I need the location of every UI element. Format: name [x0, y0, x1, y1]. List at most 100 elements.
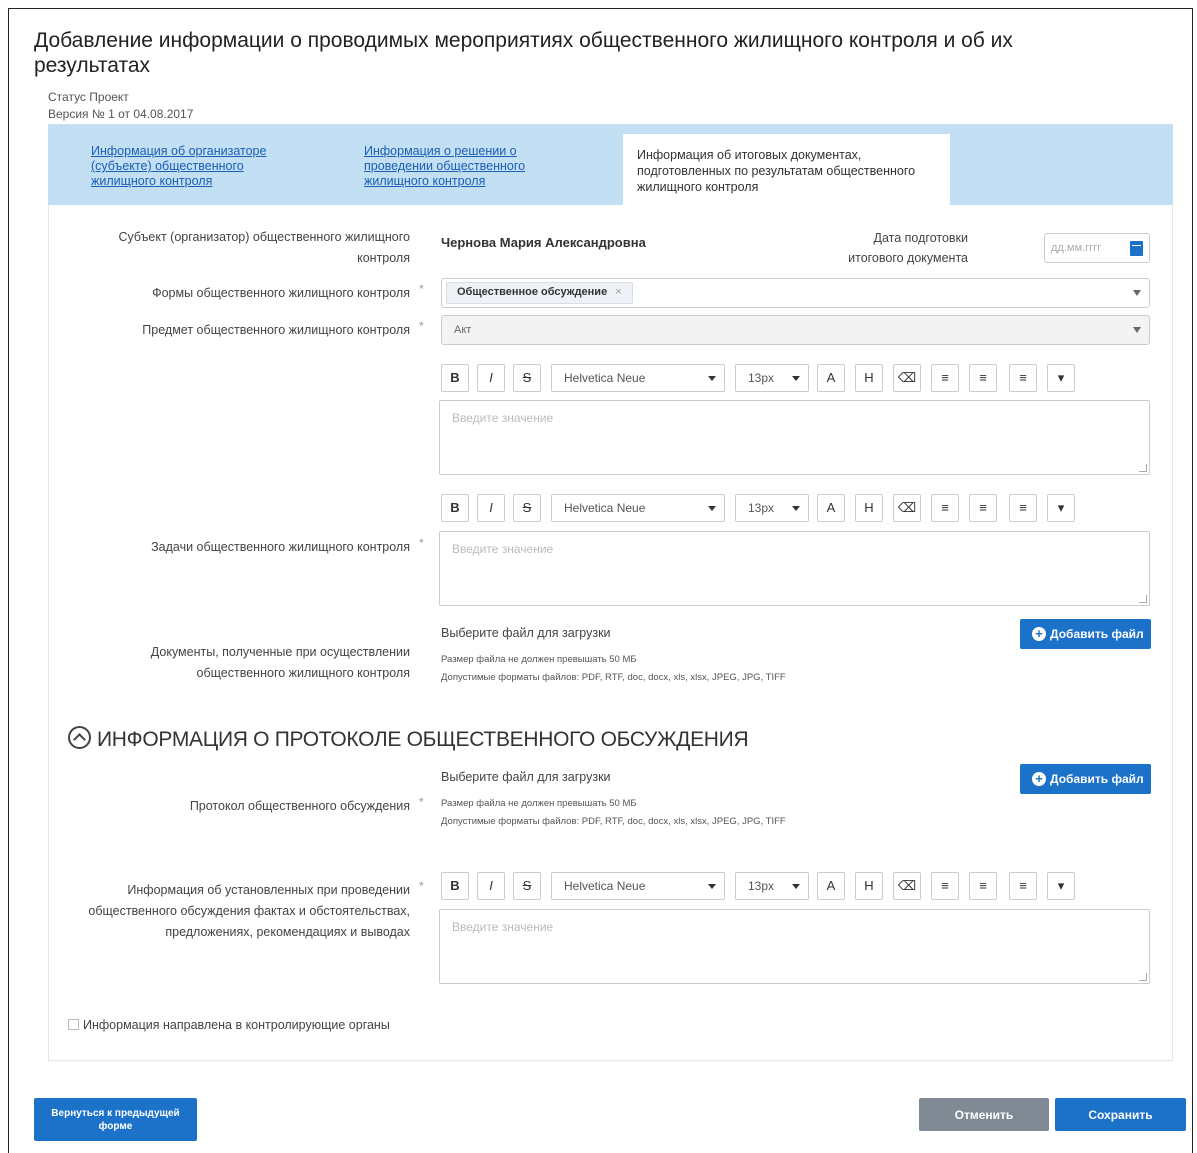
more-button[interactable]: ▾: [1047, 494, 1075, 522]
strikethrough-button[interactable]: S: [513, 494, 541, 522]
size-select[interactable]: 13px: [735, 872, 809, 900]
font-select[interactable]: Helvetica Neue: [551, 494, 725, 522]
facts-label: Информация об установленных при проведен…: [88, 883, 410, 939]
required-mark: *: [419, 319, 424, 333]
align-button[interactable]: ≡: [1009, 872, 1037, 900]
back-button[interactable]: Вернуться к предыдущей форме: [34, 1098, 197, 1141]
required-mark: *: [419, 795, 424, 809]
subject-control-select[interactable]: Акт: [441, 315, 1150, 345]
editor-toolbar: B I S Helvetica Neue 13px A H ⌫ ≡ ≡ ≡ ▾: [441, 494, 1081, 522]
bold-button[interactable]: B: [441, 364, 469, 392]
date-placeholder: дд.мм.гггг: [1051, 242, 1102, 254]
editor-placeholder: Введите значение: [452, 411, 554, 425]
subject-control-editor[interactable]: Введите значение: [439, 400, 1150, 475]
upload-size-note: Размер файла не должен превышать 50 МБ: [441, 798, 637, 809]
tab-bar: Информация об организаторе (субъекте) об…: [48, 124, 1173, 205]
eraser-icon[interactable]: ⌫: [893, 494, 921, 522]
protocol-label: Протокол общественного обсуждения: [189, 799, 410, 813]
highlight-button[interactable]: H: [855, 872, 883, 900]
required-mark: *: [419, 536, 424, 550]
plus-icon: +: [1032, 772, 1046, 786]
tab-final-documents[interactable]: Информация об итоговых документах, подго…: [623, 134, 950, 205]
text-color-button[interactable]: A: [817, 872, 845, 900]
tasks-editor[interactable]: Введите значение: [439, 531, 1150, 606]
bold-button[interactable]: B: [441, 872, 469, 900]
sent-to-authorities-checkbox[interactable]: [68, 1019, 79, 1030]
forms-label: Формы общественного жилищного контроля: [152, 286, 410, 300]
size-select[interactable]: 13px: [735, 494, 809, 522]
sent-to-authorities-row[interactable]: Информация направлена в контролирующие о…: [68, 1018, 390, 1032]
eraser-icon[interactable]: ⌫: [893, 872, 921, 900]
plus-icon: +: [1032, 627, 1046, 641]
font-value: Helvetica Neue: [564, 371, 646, 385]
size-select[interactable]: 13px: [735, 364, 809, 392]
editor-toolbar: B I S Helvetica Neue 13px A H ⌫ ≡ ≡ ≡ ▾: [441, 872, 1081, 900]
add-file-button[interactable]: + Добавить файл: [1020, 764, 1151, 794]
strikethrough-button[interactable]: S: [513, 872, 541, 900]
size-value: 13px: [748, 371, 775, 385]
list-ul-button[interactable]: ≡: [931, 872, 959, 900]
chevron-down-icon: [792, 376, 800, 381]
size-value: 13px: [748, 501, 775, 515]
required-mark: *: [419, 879, 424, 893]
chevron-down-icon: [1133, 290, 1141, 296]
align-button[interactable]: ≡: [1009, 494, 1037, 522]
chip-remove-icon[interactable]: ×: [615, 286, 621, 298]
forms-chip-label: Общественное обсуждение: [457, 286, 608, 298]
eraser-icon[interactable]: ⌫: [893, 364, 921, 392]
list-ol-button[interactable]: ≡: [969, 494, 997, 522]
save-button[interactable]: Сохранить: [1055, 1098, 1186, 1131]
tab-organizer-info[interactable]: Информация об организаторе (субъекте) об…: [91, 144, 291, 189]
resize-handle[interactable]: [1139, 595, 1147, 603]
subject-control-label: Предмет общественного жилищного контроля: [142, 323, 410, 337]
italic-button[interactable]: I: [477, 872, 505, 900]
more-button[interactable]: ▾: [1047, 364, 1075, 392]
subject-value: Чернова Мария Александровна: [441, 235, 646, 250]
italic-button[interactable]: I: [477, 494, 505, 522]
font-select[interactable]: Helvetica Neue: [551, 364, 725, 392]
tab-decision-info[interactable]: Информация о решении о проведении общест…: [364, 144, 554, 189]
text-color-button[interactable]: A: [817, 364, 845, 392]
text-color-button[interactable]: A: [817, 494, 845, 522]
highlight-button[interactable]: H: [855, 364, 883, 392]
date-input[interactable]: дд.мм.гггг: [1044, 233, 1150, 263]
checkbox-label: Информация направлена в контролирующие о…: [83, 1018, 390, 1032]
chevron-down-icon: [708, 506, 716, 511]
chevron-down-icon: [792, 884, 800, 889]
resize-handle[interactable]: [1139, 973, 1147, 981]
list-ul-button[interactable]: ≡: [931, 494, 959, 522]
tasks-label: Задачи общественного жилищного контроля: [151, 540, 410, 554]
cancel-button[interactable]: Отменить: [919, 1098, 1049, 1131]
documents-label: Документы, полученные при осуществлении …: [150, 645, 410, 680]
forms-chip: Общественное обсуждение ×: [446, 282, 633, 304]
add-file-label: Добавить файл: [1050, 772, 1144, 786]
upload-formats-note: Допустимые форматы файлов: PDF, RTF, doc…: [441, 816, 786, 827]
more-button[interactable]: ▾: [1047, 872, 1075, 900]
italic-button[interactable]: I: [477, 364, 505, 392]
protocol-section-header[interactable]: ИНФОРМАЦИЯ О ПРОТОКОЛЕ ОБЩЕСТВЕННОГО ОБС…: [68, 726, 749, 752]
add-file-button[interactable]: + Добавить файл: [1020, 619, 1151, 649]
collapse-icon[interactable]: [68, 726, 91, 749]
align-button[interactable]: ≡: [1009, 364, 1037, 392]
list-ul-button[interactable]: ≡: [931, 364, 959, 392]
subject-label: Субъект (организатор) общественного жили…: [118, 230, 410, 265]
upload-title: Выберите файл для загрузки: [441, 770, 611, 784]
page-title: Добавление информации о проводимых мероп…: [34, 29, 1013, 77]
calendar-icon[interactable]: [1130, 241, 1143, 256]
bold-button[interactable]: B: [441, 494, 469, 522]
strikethrough-button[interactable]: S: [513, 364, 541, 392]
resize-handle[interactable]: [1139, 464, 1147, 472]
editor-placeholder: Введите значение: [452, 542, 554, 556]
size-value: 13px: [748, 879, 775, 893]
forms-select[interactable]: Общественное обсуждение ×: [441, 278, 1150, 308]
list-ol-button[interactable]: ≡: [969, 872, 997, 900]
highlight-button[interactable]: H: [855, 494, 883, 522]
list-ol-button[interactable]: ≡: [969, 364, 997, 392]
protocol-section-title: ИНФОРМАЦИЯ О ПРОТОКОЛЕ ОБЩЕСТВЕННОГО ОБС…: [97, 728, 749, 751]
upload-title: Выберите файл для загрузки: [441, 626, 611, 640]
facts-editor[interactable]: Введите значение: [439, 909, 1150, 984]
status-text: Статус Проект: [48, 90, 129, 104]
chevron-down-icon: [1133, 327, 1141, 333]
chevron-down-icon: [708, 376, 716, 381]
font-select[interactable]: Helvetica Neue: [551, 872, 725, 900]
